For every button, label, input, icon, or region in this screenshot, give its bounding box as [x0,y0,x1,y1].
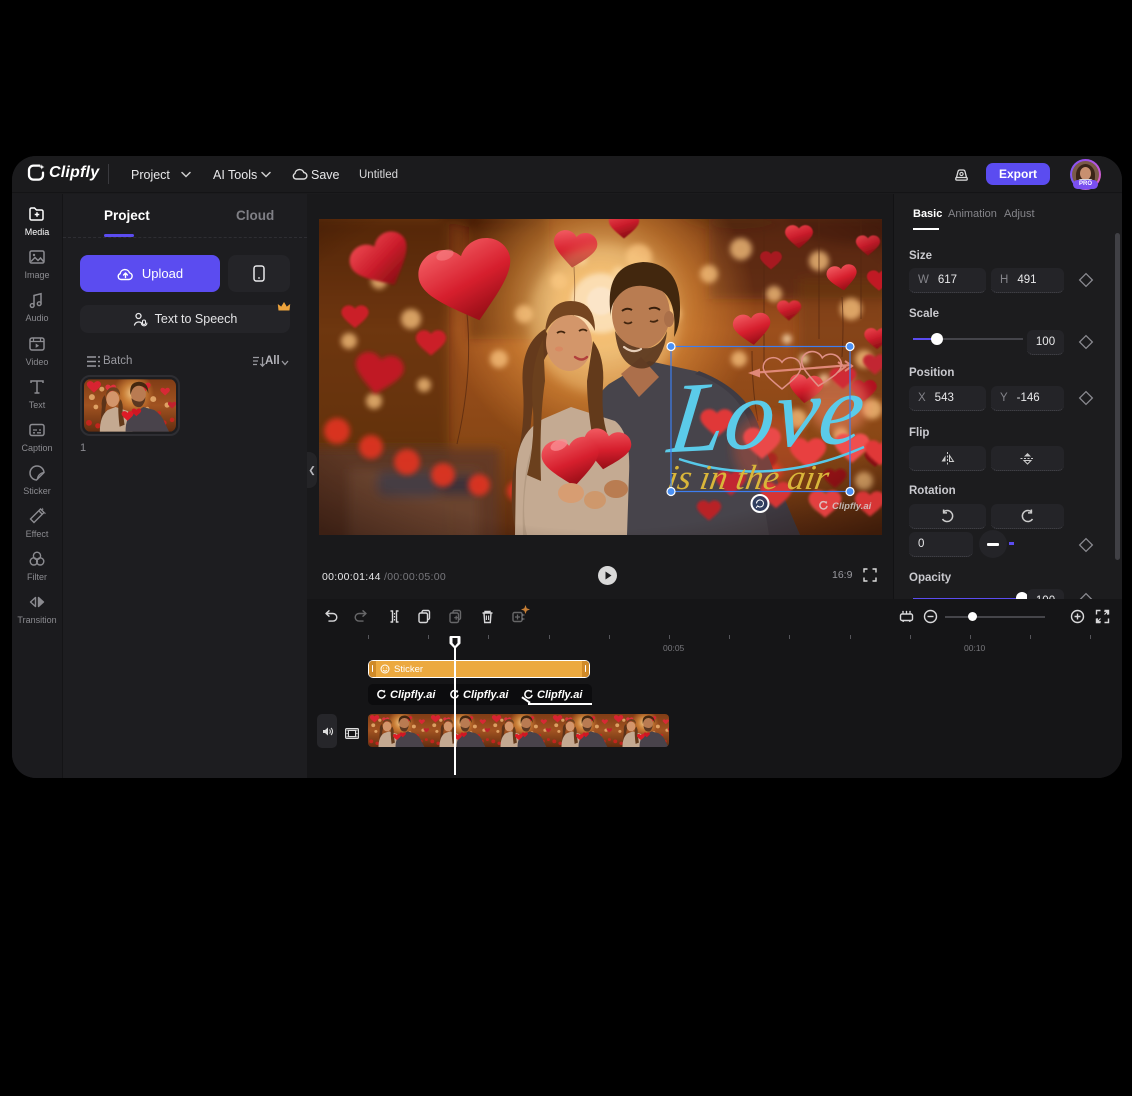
svg-text:Clipfly.ai: Clipfly.ai [832,501,872,512]
